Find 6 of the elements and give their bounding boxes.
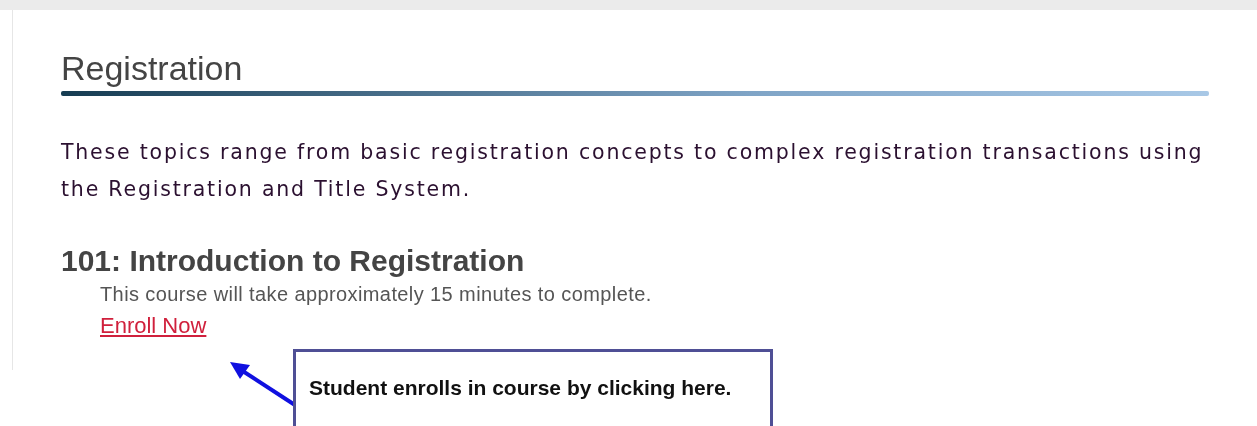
course-description: This course will take approximately 15 minutes to complete.	[100, 282, 653, 306]
callout-text: Student enrolls in course by clicking here.	[309, 376, 732, 399]
intro-paragraph: These topics range from basic registration concepts to complex registration transactions using the Registration and Title System.	[61, 139, 1205, 203]
enroll-link[interactable]: Enroll Now	[100, 314, 207, 338]
section-title: Registration	[61, 48, 244, 88]
course-title: 101: Introduction to Registration	[61, 244, 526, 278]
